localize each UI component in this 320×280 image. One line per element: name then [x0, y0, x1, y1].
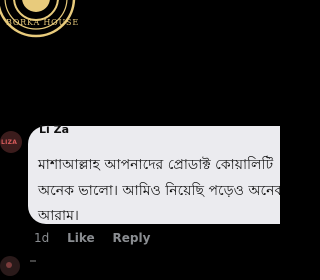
- next-comment-avatar[interactable]: [0, 256, 20, 276]
- comment-text-line: আরাম।: [38, 208, 79, 224]
- comment-text-line: অনেক ভালো। আমিও নিয়েছি পড়েও অনেক: [38, 183, 280, 199]
- logo-rings-icon: [0, 0, 76, 38]
- logo-text: BORKA HOUSE: [6, 18, 79, 27]
- like-button[interactable]: Like: [67, 231, 95, 245]
- brand-logo: BORKA HOUSE: [0, 0, 100, 64]
- avatar[interactable]: LIZA: [0, 131, 22, 153]
- comment-author[interactable]: Li Za: [39, 123, 69, 136]
- comment-time: 1d: [34, 231, 50, 245]
- comment-actions: 1d Like Reply: [34, 231, 164, 245]
- avatar-image: [6, 262, 12, 268]
- screen: BORKA HOUSE LIZA Li Za মাশাআল্লাহ আপনাদে…: [0, 0, 280, 280]
- avatar-text: LIZA: [1, 139, 18, 146]
- reply-button[interactable]: Reply: [112, 231, 150, 245]
- comment-text-line: মাশাআল্লাহ আপনাদের প্রোডাক্ট কোয়ালিটি: [38, 157, 274, 173]
- next-comment-author-hint: [30, 260, 36, 262]
